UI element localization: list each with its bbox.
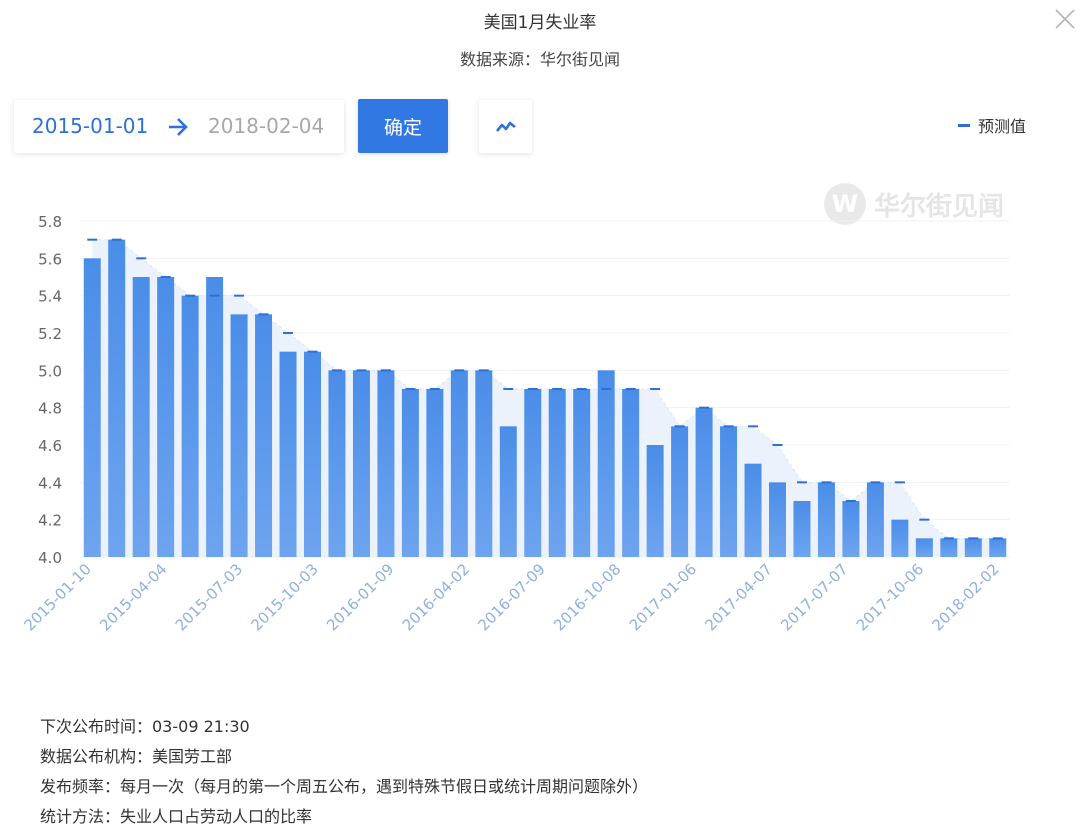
- data-bar: [401, 389, 419, 557]
- data-bar: [964, 538, 982, 557]
- data-bar: [793, 501, 811, 557]
- data-bar: [842, 501, 860, 557]
- data-bar: [720, 426, 738, 557]
- data-bar: [989, 538, 1007, 557]
- arrow-right-icon: [169, 118, 188, 136]
- forecast-area: [92, 239, 998, 557]
- data-bar: [181, 295, 199, 557]
- x-tick-label: 2017-07-07: [777, 560, 851, 634]
- data-bar: [915, 538, 933, 557]
- y-tick-label: 4.2: [38, 512, 62, 530]
- y-tick-label: 5.6: [38, 250, 62, 268]
- date-range-picker[interactable]: 2015-01-01 2018-02-04: [14, 100, 344, 153]
- y-tick-label: 5.0: [38, 362, 62, 380]
- data-bar: [475, 370, 493, 557]
- forecast-legend-marker: [958, 123, 970, 127]
- x-tick-label: 2016-04-02: [399, 560, 473, 634]
- data-bar: [646, 445, 664, 557]
- data-bar: [132, 277, 150, 557]
- data-bar: [866, 482, 884, 557]
- data-bar: [548, 389, 566, 557]
- data-bar: [304, 351, 321, 557]
- data-bar: [279, 351, 297, 557]
- x-tick-label: 2017-04-07: [701, 560, 775, 634]
- y-tick-label: 4.0: [38, 549, 62, 567]
- end-date-input[interactable]: 2018-02-04: [208, 114, 324, 138]
- close-icon[interactable]: [1052, 6, 1078, 32]
- data-bar: [352, 370, 370, 557]
- x-tick-label: 2015-10-03: [247, 560, 321, 634]
- data-bar: [206, 277, 224, 557]
- x-tick-label: 2015-07-03: [172, 560, 246, 634]
- data-bar: [255, 314, 273, 557]
- y-tick-label: 5.4: [38, 288, 62, 306]
- data-bar: [499, 426, 517, 557]
- data-bar: [230, 314, 248, 557]
- data-bar: [817, 482, 835, 557]
- confirm-button[interactable]: 确定: [358, 99, 448, 153]
- data-bar: [450, 370, 468, 557]
- chart-legend[interactable]: 预测值: [958, 115, 1027, 136]
- x-tick-label: 2016-01-09: [323, 560, 397, 634]
- forecast-legend-label: 预测值: [978, 117, 1027, 136]
- data-bar: [524, 389, 542, 557]
- x-tick-label: 2016-10-08: [550, 560, 624, 634]
- x-tick-label: 2017-10-06: [853, 560, 927, 634]
- start-date-input[interactable]: 2015-01-01: [32, 114, 148, 138]
- y-tick-label: 4.8: [38, 400, 62, 418]
- data-bar: [573, 389, 591, 557]
- y-tick-label: 5.8: [38, 213, 62, 231]
- data-bar: [622, 389, 640, 557]
- data-bar: [597, 370, 615, 557]
- info-next-release: 下次公布时间：03-09 21:30: [40, 717, 250, 736]
- x-tick-label: 2015-01-10: [20, 560, 94, 634]
- data-bar: [940, 538, 958, 557]
- y-tick-label: 4.6: [38, 437, 62, 455]
- data-bar: [769, 482, 786, 557]
- data-bar: [671, 426, 689, 557]
- chart-type-toggle[interactable]: [479, 100, 532, 153]
- data-bar: [157, 277, 175, 557]
- data-source: 数据来源：华尔街见闻: [459, 50, 620, 69]
- data-bar: [426, 389, 444, 557]
- data-bar: [695, 407, 713, 557]
- data-bar: [328, 370, 346, 557]
- x-tick-label: 2017-01-06: [626, 560, 700, 634]
- line-chart-icon: [495, 121, 516, 132]
- y-tick-label: 5.2: [38, 325, 62, 343]
- x-tick-label: 2016-07-09: [474, 560, 548, 634]
- info-frequency: 发布频率：每月一次（每月的第一个周五公布，遇到特殊节假日或统计周期问题除外）: [40, 777, 649, 796]
- info-method: 统计方法：失业人口占劳动人口的比率: [40, 807, 313, 826]
- info-agency: 数据公布机构：美国劳工部: [40, 747, 233, 766]
- page-title: 美国1月失业率: [483, 13, 597, 33]
- data-bar: [891, 519, 909, 557]
- data-bar: [108, 239, 126, 557]
- data-bar: [744, 463, 762, 557]
- x-tick-label: 2015-04-04: [96, 560, 170, 634]
- y-tick-label: 4.4: [38, 474, 62, 492]
- x-tick-label: 2018-02-02: [928, 560, 1002, 634]
- data-bar: [377, 370, 395, 557]
- data-bar: [83, 258, 101, 557]
- unemployment-chart: 5.8 5.6 5.4 5.2 5.0 4.8 4.6 4.4 4.2 4.02015-01-10…: [20, 213, 1010, 634]
